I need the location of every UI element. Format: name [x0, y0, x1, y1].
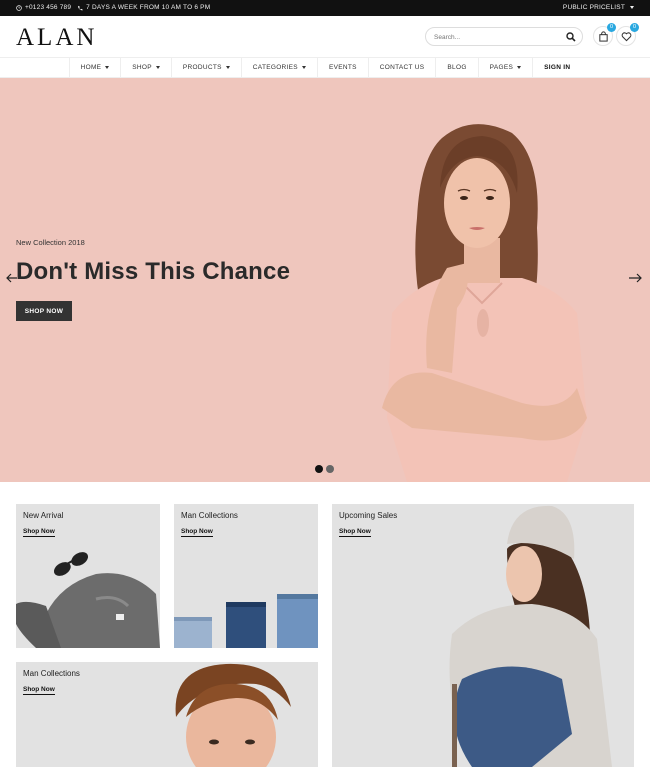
banner-title: Man Collections [181, 511, 238, 520]
hero-subtitle: New Collection 2018 [16, 238, 85, 247]
banner-title: Upcoming Sales [339, 511, 398, 520]
main-nav: HOME SHOP PRODUCTS CATEGORIES EVENTS CON… [0, 57, 650, 78]
nav-item-products[interactable]: PRODUCTS [172, 58, 242, 77]
slider-dots [315, 465, 334, 473]
phone-number[interactable]: +0123 456 789 [25, 4, 71, 11]
nav-item-shop[interactable]: SHOP [121, 58, 172, 77]
nav-item-categories[interactable]: CATEGORIES [242, 58, 318, 77]
pricelist-dropdown[interactable]: PUBLIC PRICELIST [563, 4, 634, 11]
caret-down-icon [301, 66, 306, 69]
hero-slider: New Collection 2018 Don't Miss This Chan… [0, 78, 650, 482]
nav-item-contact[interactable]: CONTACT US [369, 58, 437, 77]
banner-upcoming-sales[interactable]: Upcoming Sales Shop Now [332, 504, 634, 767]
cart-button[interactable]: 0 [593, 23, 616, 46]
slider-dot-2[interactable] [326, 465, 334, 473]
jeans-stack-image [174, 594, 318, 648]
woman-beanie-image [449, 505, 612, 767]
wishlist-button[interactable]: 0 [616, 23, 639, 46]
nav-label: SHOP [132, 64, 152, 71]
banner-new-arrival[interactable]: New Arrival Shop Now [16, 504, 160, 648]
clock-icon [16, 4, 22, 11]
shop-now-link[interactable]: Shop Now [23, 528, 55, 537]
nav-item-sign-in[interactable]: SIGN IN [533, 58, 581, 77]
site-logo[interactable]: ALAN [16, 24, 97, 52]
sweater-sunglasses-image [16, 552, 160, 648]
nav-label: HOME [80, 64, 102, 71]
top-bar: +0123 456 789 7 DAYS A WEEK FROM 10 AM T… [0, 0, 650, 16]
search-box [425, 27, 583, 46]
search-icon[interactable] [566, 32, 576, 42]
caret-down-icon [105, 66, 110, 69]
banner-title: Man Collections [23, 669, 80, 678]
caret-down-icon [155, 66, 160, 69]
nav-item-pages[interactable]: PAGES [479, 58, 534, 77]
nav-label: PRODUCTS [182, 64, 222, 71]
arrow-left-icon[interactable] [6, 273, 18, 283]
shop-now-button[interactable]: SHOP NOW [16, 301, 72, 321]
nav-item-home[interactable]: HOME [68, 58, 122, 77]
phone-info: +0123 456 789 [16, 4, 71, 11]
shop-now-link[interactable]: Shop Now [181, 528, 213, 537]
caret-down-icon [225, 66, 230, 69]
chevron-down-icon [630, 6, 634, 9]
caret-down-icon [517, 66, 522, 69]
arrow-right-icon[interactable] [628, 273, 642, 283]
shop-now-link[interactable]: Shop Now [23, 686, 55, 695]
nav-label: CONTACT US [379, 64, 425, 71]
opening-hours: 7 DAYS A WEEK FROM 10 AM TO 6 PM [86, 4, 211, 11]
nav-label: EVENTS [328, 64, 357, 71]
banner-man-collections-jeans[interactable]: Man Collections Shop Now [174, 504, 318, 648]
shop-now-link[interactable]: Shop Now [339, 528, 371, 537]
nav-item-blog[interactable]: BLOG [436, 58, 479, 77]
pricelist-label: PUBLIC PRICELIST [562, 4, 625, 11]
nav-item-events[interactable]: EVENTS [318, 58, 369, 77]
cart-count-badge: 0 [607, 23, 616, 32]
nav-label: BLOG [447, 64, 467, 71]
contact-info: +0123 456 789 7 DAYS A WEEK FROM 10 AM T… [16, 4, 210, 11]
banner-title: New Arrival [23, 511, 64, 520]
nav-label: CATEGORIES [252, 64, 298, 71]
wishlist-count-badge: 0 [630, 23, 639, 32]
hero-model-image [382, 124, 587, 482]
search-input[interactable] [434, 31, 564, 43]
man-portrait-image [175, 663, 291, 767]
hours-info: 7 DAYS A WEEK FROM 10 AM TO 6 PM [77, 4, 210, 11]
heart-icon [621, 32, 632, 42]
nav-label: PAGES [489, 64, 514, 71]
banner-man-collections[interactable]: Man Collections Shop Now [16, 662, 318, 767]
nav-label: SIGN IN [544, 64, 571, 71]
slider-dot-1[interactable] [315, 465, 323, 473]
phone-icon [78, 5, 83, 10]
hero-title: Don't Miss This Chance [16, 258, 291, 285]
shopping-bag-icon [599, 31, 608, 42]
site-header: ALAN 0 0 [0, 16, 650, 57]
